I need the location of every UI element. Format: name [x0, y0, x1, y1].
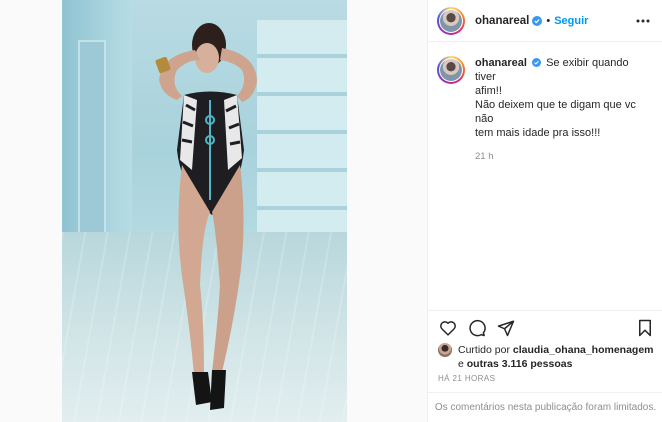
- instagram-post: ohanareal • Seguir ohanareal Se exibir q…: [0, 0, 662, 422]
- caption-line-3: Não deixem que te digam que vc não: [475, 99, 636, 125]
- share-icon[interactable]: [496, 318, 516, 338]
- woman-figure: [155, 23, 257, 410]
- caption-line-4: tem mais idade pra isso!!!: [475, 127, 601, 139]
- bookmark-icon[interactable]: [635, 318, 655, 338]
- author-username[interactable]: ohanareal: [475, 15, 529, 27]
- caption-time[interactable]: 21 h: [475, 150, 652, 164]
- likes-connector: e: [458, 358, 464, 370]
- caption: ohanareal Se exibir quando tiver afim!! …: [428, 42, 662, 164]
- liker-avatar[interactable]: [438, 343, 452, 357]
- verified-badge-icon: [532, 15, 543, 26]
- follow-button[interactable]: Seguir: [554, 15, 588, 27]
- verified-badge-icon: [532, 58, 542, 67]
- caption-line-2: afim!!: [475, 85, 502, 97]
- caption-username[interactable]: ohanareal: [475, 57, 527, 69]
- comments-limited-notice: Os comentários nesta publicação foram li…: [428, 392, 662, 422]
- comment-icon[interactable]: [467, 318, 487, 338]
- more-horizontal-icon[interactable]: [634, 12, 652, 30]
- media-area: [0, 0, 427, 422]
- post-header: ohanareal • Seguir: [428, 0, 662, 42]
- likes-others-link[interactable]: outras 3.116 pessoas: [467, 358, 573, 370]
- liker-username[interactable]: claudia_ohana_homenagem: [513, 344, 654, 356]
- heart-icon[interactable]: [438, 318, 458, 338]
- separator-dot: •: [546, 14, 551, 27]
- post-timestamp[interactable]: HÁ 21 HORAS: [438, 374, 495, 383]
- post-photo[interactable]: [62, 0, 347, 422]
- likes-prefix: Curtido por: [458, 344, 510, 356]
- post-sidebar: ohanareal • Seguir ohanareal Se exibir q…: [427, 0, 662, 422]
- caption-avatar[interactable]: [437, 56, 465, 84]
- author-avatar[interactable]: [437, 6, 465, 35]
- likes-summary: Curtido por claudia_ohana_homenagem e ou…: [438, 343, 658, 371]
- action-bar: [428, 310, 662, 344]
